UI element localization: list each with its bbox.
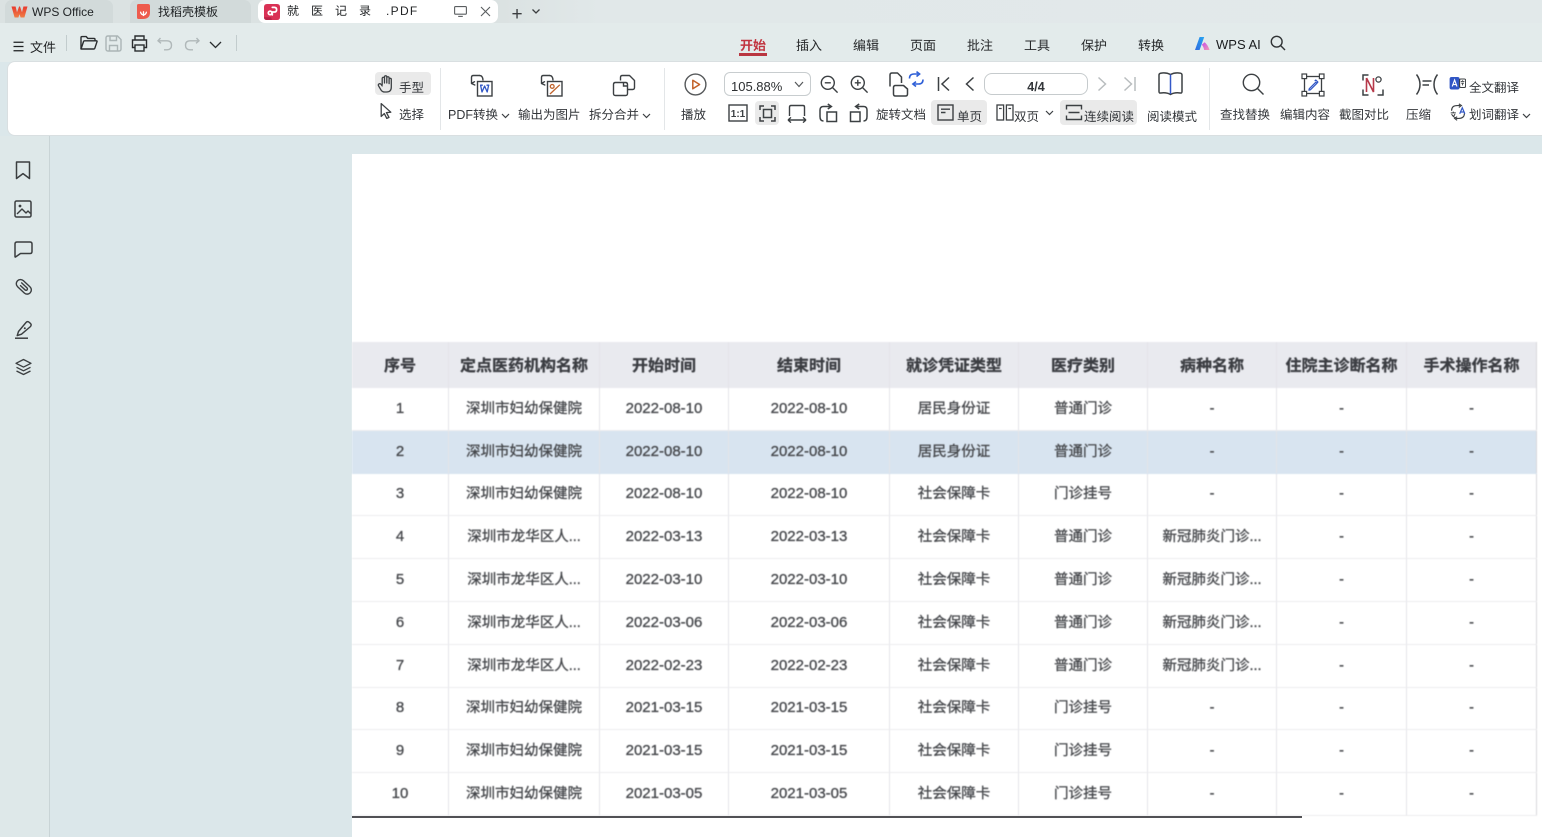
svg-text:1:1: 1:1 xyxy=(731,109,746,120)
